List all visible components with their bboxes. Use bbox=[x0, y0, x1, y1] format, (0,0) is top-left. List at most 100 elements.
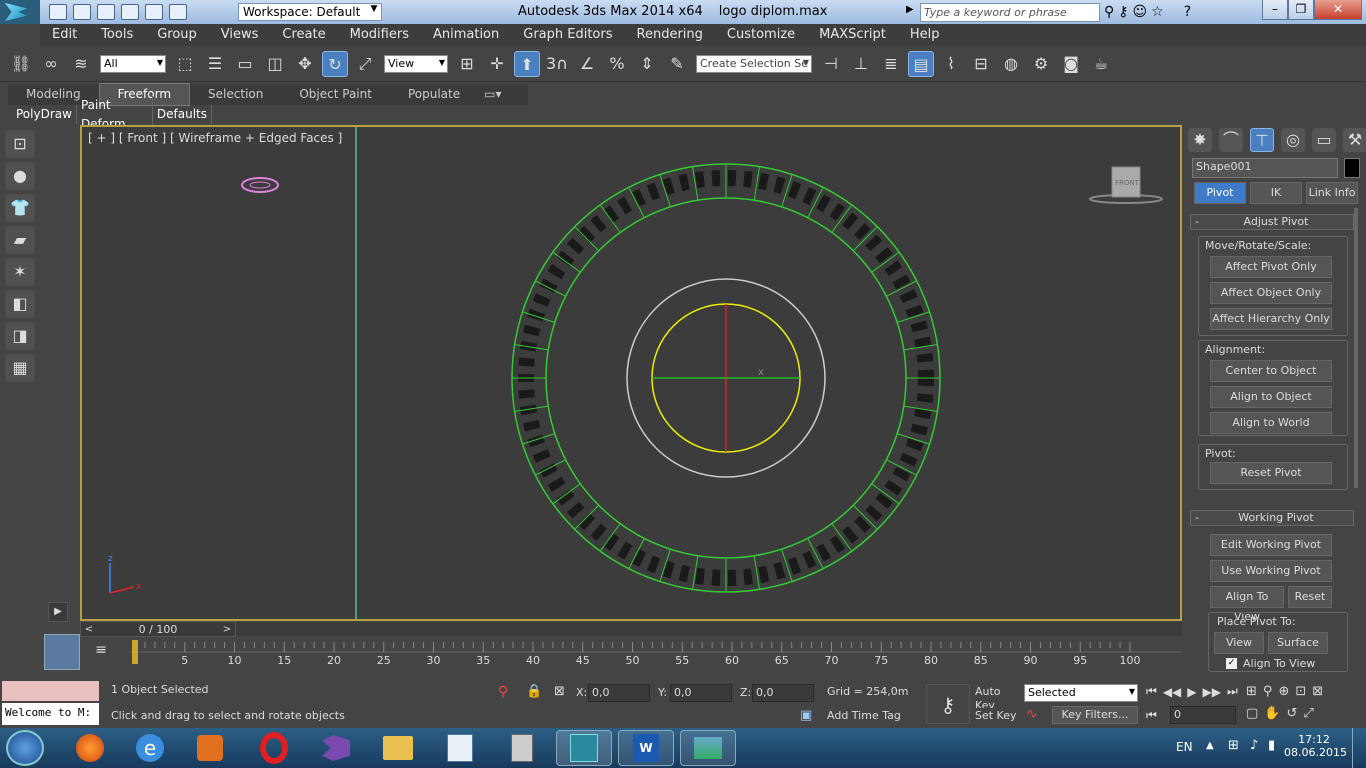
time-next-icon[interactable]: > bbox=[219, 624, 235, 635]
align-to-object-button[interactable]: Align to Object bbox=[1210, 386, 1332, 408]
affect-pivot-only-button[interactable]: Affect Pivot Only bbox=[1210, 256, 1332, 278]
pan-icon[interactable]: ✋ bbox=[1264, 706, 1280, 721]
network-icon[interactable]: ⊞ bbox=[1228, 738, 1239, 753]
link-icon[interactable]: ⛓ bbox=[8, 51, 34, 77]
go-to-end-icon[interactable]: ⏭ bbox=[1227, 684, 1238, 699]
zoom-extents-all-icon[interactable]: ⊠ bbox=[1312, 684, 1323, 699]
project-folder-icon[interactable] bbox=[169, 4, 187, 20]
reset-pivot-button[interactable]: Reset Pivot bbox=[1210, 462, 1332, 484]
display-tab-icon[interactable]: ▭ bbox=[1312, 128, 1336, 152]
tab-selection[interactable]: Selection bbox=[190, 84, 281, 105]
menu-edit[interactable]: Edit bbox=[40, 24, 89, 46]
motion-tab-icon[interactable]: ◎ bbox=[1281, 128, 1305, 152]
binoculars-icon[interactable]: ⚲ bbox=[1104, 4, 1114, 20]
material-editor-icon[interactable]: ◍ bbox=[998, 51, 1024, 77]
bind-spacewarp-icon[interactable]: ≋ bbox=[68, 51, 94, 77]
search-input[interactable]: Type a keyword or phrase bbox=[920, 3, 1100, 22]
tab-pivot[interactable]: Pivot bbox=[1194, 182, 1246, 204]
adjust-pivot-rollout[interactable]: - Adjust Pivot bbox=[1190, 214, 1354, 230]
zoom-extents-icon[interactable]: ⊡ bbox=[1295, 684, 1306, 699]
reference-coordinate-dropdown[interactable]: View bbox=[384, 54, 448, 73]
affect-hierarchy-only-button[interactable]: Affect Hierarchy Only bbox=[1210, 308, 1332, 330]
help-icon[interactable]: ? bbox=[1184, 4, 1191, 20]
edit-working-pivot-button[interactable]: Edit Working Pivot bbox=[1210, 534, 1332, 556]
start-button[interactable] bbox=[6, 730, 44, 766]
create-tab-icon[interactable]: ✸ bbox=[1188, 128, 1212, 152]
curve-editor-icon[interactable]: ⌇ bbox=[938, 51, 964, 77]
render-production-icon[interactable]: ☕ bbox=[1088, 51, 1114, 77]
select-object-icon[interactable]: ⬚ bbox=[172, 51, 198, 77]
file-explorer-icon[interactable] bbox=[370, 730, 426, 766]
window-crossing-icon[interactable]: ◫ bbox=[262, 51, 288, 77]
center-to-object-button[interactable]: Center to Object bbox=[1210, 360, 1332, 382]
schematic-view-icon[interactable]: ⊟ bbox=[968, 51, 994, 77]
render-setup-icon[interactable]: ⚙ bbox=[1028, 51, 1054, 77]
hierarchy-tab-icon[interactable]: ⊤ bbox=[1250, 128, 1274, 152]
selection-lock-icon[interactable]: 🔒 bbox=[526, 684, 542, 699]
undo-icon[interactable] bbox=[121, 4, 139, 20]
key-mode-toggle-icon[interactable]: ⏮ bbox=[1146, 708, 1157, 723]
render-frame-icon[interactable]: ▦ bbox=[5, 354, 35, 382]
close-button[interactable]: ✕ bbox=[1314, 0, 1362, 20]
maximize-viewport-icon[interactable]: ⤢ bbox=[1303, 706, 1313, 721]
place-surface-button[interactable]: Surface bbox=[1268, 632, 1328, 654]
set-key-button[interactable]: Set Key bbox=[972, 708, 1022, 726]
current-frame-field[interactable]: 0 bbox=[1170, 706, 1236, 724]
menu-create[interactable]: Create bbox=[270, 24, 337, 46]
redo-icon[interactable] bbox=[145, 4, 163, 20]
z-coordinate-field[interactable]: 0,0 bbox=[752, 684, 814, 702]
place-view-button[interactable]: View bbox=[1214, 632, 1264, 654]
working-pivot-rollout[interactable]: - Working Pivot bbox=[1190, 510, 1354, 526]
battery-icon[interactable]: ▮ bbox=[1268, 738, 1275, 753]
word-icon[interactable]: W bbox=[618, 730, 674, 766]
time-config-icon[interactable]: ⊞ bbox=[1246, 684, 1257, 699]
tab-link-info[interactable]: Link Info bbox=[1306, 182, 1358, 204]
menu-graph-editors[interactable]: Graph Editors bbox=[511, 24, 624, 46]
rendered-frame-window-icon[interactable]: ◙ bbox=[1058, 51, 1084, 77]
mirror-icon[interactable]: ⊣ bbox=[818, 51, 844, 77]
selection-set-dropdown[interactable]: Selected bbox=[1024, 684, 1138, 702]
tab-ik[interactable]: IK bbox=[1250, 182, 1302, 204]
menu-tools[interactable]: Tools bbox=[89, 24, 145, 46]
3ds-max-taskbar-icon[interactable] bbox=[556, 730, 612, 766]
new-file-icon[interactable] bbox=[49, 4, 67, 20]
subtab-defaults[interactable]: Defaults bbox=[153, 105, 212, 124]
auto-key-button[interactable]: Auto Key bbox=[972, 684, 1022, 712]
y-coordinate-field[interactable]: 0,0 bbox=[670, 684, 732, 702]
utilities-tab-icon[interactable]: ⚒ bbox=[1343, 128, 1366, 152]
scene-explorer-icon[interactable]: ▤ bbox=[908, 50, 934, 77]
calculator-icon[interactable] bbox=[494, 730, 550, 766]
tray-arrow-icon[interactable]: ▲ bbox=[1206, 740, 1214, 751]
keyboard-shortcut-override-icon[interactable]: ⬆ bbox=[514, 50, 540, 77]
align-to-world-button[interactable]: Align to World bbox=[1210, 412, 1332, 434]
language-indicator[interactable]: EN bbox=[1176, 740, 1193, 754]
spinner-snap-icon[interactable]: ⇕ bbox=[634, 51, 660, 77]
menu-help[interactable]: Help bbox=[898, 24, 952, 46]
maximize-button[interactable]: ❐ bbox=[1288, 0, 1314, 20]
time-slider-track[interactable] bbox=[236, 622, 1182, 636]
subtab-polydraw[interactable]: PolyDraw bbox=[12, 105, 77, 124]
sphere-icon[interactable]: ● bbox=[5, 162, 35, 190]
key-tangent-icon[interactable]: ∿ bbox=[1026, 706, 1048, 724]
time-tag-icon[interactable]: ▣ bbox=[800, 708, 820, 726]
crowd-icon[interactable]: ◧ bbox=[5, 290, 35, 318]
menu-views[interactable]: Views bbox=[209, 24, 271, 46]
use-working-pivot-button[interactable]: Use Working Pivot bbox=[1210, 560, 1332, 582]
opera-icon[interactable] bbox=[246, 730, 302, 766]
x-coordinate-field[interactable]: 0,0 bbox=[588, 684, 650, 702]
particle-icon[interactable]: ✶ bbox=[5, 258, 35, 286]
set-key-mode-icon[interactable]: ⚷ bbox=[926, 684, 970, 724]
scale-icon[interactable]: ⤢ bbox=[352, 51, 378, 77]
menu-rendering[interactable]: Rendering bbox=[625, 24, 715, 46]
chevron-right-icon[interactable]: ▶ bbox=[906, 4, 918, 20]
move-icon[interactable]: ✥ bbox=[292, 51, 318, 77]
zoom-icon[interactable]: ⚲ bbox=[1263, 684, 1273, 699]
menu-maxscript[interactable]: MAXScript bbox=[807, 24, 898, 46]
viewport-preview-icon[interactable] bbox=[44, 634, 80, 670]
previous-frame-icon[interactable]: ◀◀ bbox=[1163, 685, 1181, 699]
expand-arrow-icon[interactable]: ▶ bbox=[48, 602, 68, 622]
flashlight-icon[interactable]: ▰ bbox=[5, 226, 35, 254]
firefox-icon[interactable] bbox=[62, 730, 118, 766]
modify-tab-icon[interactable]: ⌒ bbox=[1219, 128, 1243, 152]
app-logo-icon[interactable] bbox=[0, 0, 40, 24]
